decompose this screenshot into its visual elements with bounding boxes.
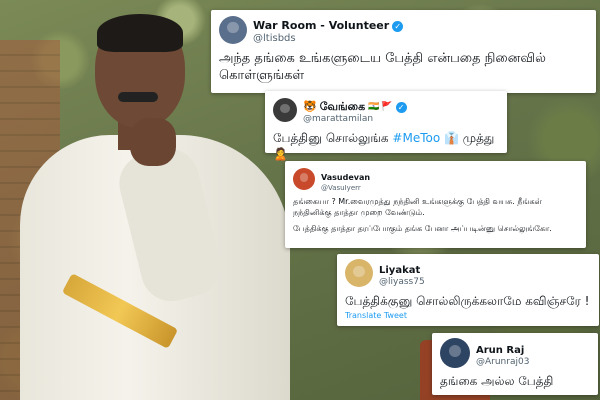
author-name[interactable]: 🐯 வேங்கை 🇮🇳 🚩 ✓	[303, 100, 407, 114]
author-handle[interactable]: @Arunraj03	[476, 357, 529, 367]
author-name[interactable]: Vasudevan	[321, 173, 370, 182]
tweet-author: Arun Raj @Arunraj03	[476, 339, 529, 368]
india-flag-icon: 🇮🇳	[368, 102, 380, 113]
tweet-text: தங்கையா ? Mr.வைரமுத்து நந்தினி உங்களுக்க…	[293, 197, 578, 234]
tweet-author: 🐯 வேங்கை 🇮🇳 🚩 ✓ @marattamilan	[303, 96, 407, 125]
tweet-paragraph: பேத்திக்கு தாத்தா தரப்போகும் தங்க பேனா அ…	[293, 224, 552, 234]
tweet-author: War Room - Volunteer ✓ @ltisbds	[253, 15, 404, 45]
avatar[interactable]	[293, 168, 315, 191]
tweet-text: அந்த தங்கை உங்களுடைய பேத்தி என்பதை நினைவ…	[219, 50, 546, 84]
tweet-card[interactable]: Arun Raj @Arunraj03 தங்கை அல்ல பேத்தி	[432, 333, 598, 395]
tweet-author: Liyakat @liyass75	[379, 259, 425, 288]
tweet-card[interactable]: War Room - Volunteer ✓ @ltisbds அந்த தங்…	[211, 10, 596, 93]
tweet-header: Liyakat @liyass75	[345, 259, 591, 288]
tiger-emoji-icon: 🐯	[303, 100, 317, 113]
tweet-header: War Room - Volunteer ✓ @ltisbds	[219, 15, 588, 45]
avatar[interactable]	[345, 259, 373, 288]
author-name-text[interactable]: வேங்கை	[320, 100, 365, 114]
author-handle[interactable]: @VasuIyerr	[321, 184, 370, 192]
hair	[97, 14, 183, 52]
tweet-header: 🐯 வேங்கை 🇮🇳 🚩 ✓ @marattamilan	[273, 96, 499, 125]
tweet-card[interactable]: 🐯 வேங்கை 🇮🇳 🚩 ✓ @marattamilan பேத்தினு ச…	[265, 91, 507, 161]
tweet-text: பேத்திக்குனு சொல்லிருக்கலாமே கவிஞ்சரே !	[345, 293, 590, 308]
author-name[interactable]: Arun Raj	[476, 345, 524, 357]
avatar[interactable]	[219, 15, 247, 44]
translate-tweet-link[interactable]: Translate Tweet	[345, 311, 591, 320]
avatar[interactable]	[273, 98, 297, 123]
verified-badge-icon: ✓	[392, 20, 404, 32]
tweet-header: Vasudevan @VasuIyerr	[293, 166, 578, 192]
author-name[interactable]: Liyakat	[379, 265, 420, 277]
hashtag-link[interactable]: #MeToo	[392, 131, 440, 145]
author-handle[interactable]: @liyass75	[379, 277, 425, 287]
hand-on-chin	[130, 118, 176, 166]
tweet-author: Vasudevan @VasuIyerr	[321, 166, 370, 192]
tweet-text-part: பேத்தினு சொல்லுங்க	[273, 130, 393, 145]
tweet-header: Arun Raj @Arunraj03	[440, 338, 590, 368]
author-handle[interactable]: @ltisbds	[253, 33, 403, 45]
tweet-card[interactable]: Vasudevan @VasuIyerr தங்கையா ? Mr.வைரமுத…	[285, 161, 586, 248]
flag-emojis: 🇮🇳 🚩	[368, 102, 392, 112]
tweet-text: தங்கை அல்ல பேத்தி	[440, 374, 554, 388]
mustache	[118, 92, 158, 102]
verified-badge-icon: ✓	[395, 101, 407, 113]
avatar[interactable]	[440, 338, 470, 368]
author-name-text[interactable]: War Room - Volunteer	[253, 19, 389, 33]
tweet-text: பேத்தினு சொல்லுங்க #MeToo 👔 முத்து 🙎	[273, 130, 499, 162]
author-name[interactable]: War Room - Volunteer ✓	[253, 19, 404, 33]
tweet-card[interactable]: Liyakat @liyass75 பேத்திக்குனு சொல்லிருக…	[337, 254, 599, 326]
tweet-paragraph: தங்கையா ? Mr.வைரமுத்து நந்தினி உங்களுக்க…	[293, 197, 542, 218]
author-handle[interactable]: @marattamilan	[303, 114, 407, 124]
red-flag-icon: 🚩	[381, 102, 393, 113]
